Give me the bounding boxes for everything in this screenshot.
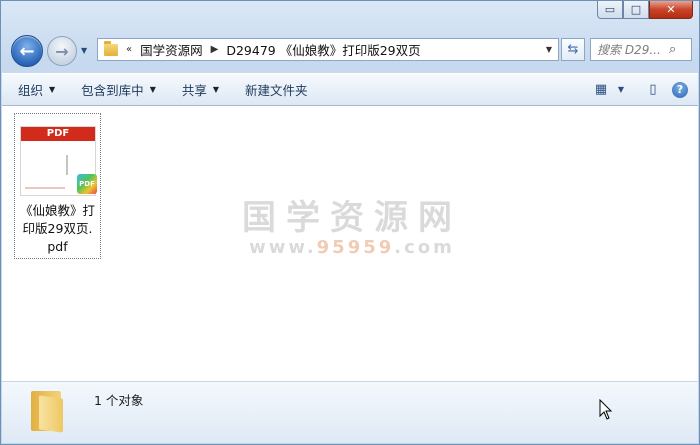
share-label: 共享 — [181, 83, 207, 98]
explorer-window: ▭ □ ✕ ← → ▼ « 国学资源网 ▶ D29479 《仙娘教》打印版29双… — [0, 0, 700, 445]
details-pane: 1 个对象 — [2, 381, 698, 443]
maximize-button[interactable]: □ — [623, 1, 649, 19]
mouse-cursor-icon — [599, 399, 613, 420]
file-list-pane[interactable]: 国学资源网 www.95959.com PDF PDF 《仙娘教》打 印版29双… — [2, 106, 698, 381]
item-count: 1 个对象 — [94, 393, 144, 408]
chevron-down-icon: ▼ — [149, 85, 156, 94]
search-input[interactable]: 搜索 D29... — [597, 41, 669, 58]
back-button[interactable]: ← — [11, 35, 43, 67]
watermark-url: www.95959.com — [249, 237, 455, 258]
organize-label: 组织 — [18, 83, 44, 98]
breadcrumb-item-site[interactable]: 国学资源网 — [140, 40, 203, 59]
help-icon[interactable]: ? — [672, 81, 688, 98]
recent-pages-dropdown[interactable]: ▼ — [81, 46, 91, 56]
pdf-thumbnail-header: PDF — [21, 127, 95, 141]
search-box[interactable]: 搜索 D29... ⌕ — [590, 38, 692, 61]
address-bar[interactable]: « 国学资源网 ▶ D29479 《仙娘教》打印版29双页 ▼ — [97, 38, 559, 61]
navigation-bar: ← → ▼ « 国学资源网 ▶ D29479 《仙娘教》打印版29双页 ▼ ⇆ … — [1, 31, 700, 69]
new-folder-label: 新建文件夹 — [245, 83, 308, 98]
include-library-label: 包含到库中 — [81, 83, 144, 98]
forward-button[interactable]: → — [47, 36, 77, 66]
view-dropdown-icon[interactable]: ▼ — [614, 79, 628, 101]
thumbnail-mark — [66, 155, 68, 175]
preview-pane-icon[interactable]: ▯ — [640, 79, 666, 101]
toolbar-right: ▦ ▼ ▯ ? — [588, 79, 698, 101]
file-name: 《仙娘教》打 印版29双页. pdf — [17, 202, 98, 256]
share-menu[interactable]: 共享 ▼ — [172, 78, 229, 102]
command-toolbar: 组织 ▼ 包含到库中 ▼ 共享 ▼ 新建文件夹 ▦ ▼ ▯ ? — [2, 73, 698, 106]
chevron-down-icon: ▼ — [212, 85, 220, 94]
folder-icon — [104, 40, 118, 56]
chevron-right-icon[interactable]: ▶ — [211, 44, 219, 55]
breadcrumb-overflow[interactable]: « — [126, 44, 132, 55]
close-button[interactable]: ✕ — [649, 1, 693, 19]
new-folder-button[interactable]: 新建文件夹 — [235, 78, 318, 102]
caption-buttons: ▭ □ ✕ — [597, 1, 693, 19]
chevron-down-icon: ▼ — [49, 85, 56, 94]
arrow-right-icon: → — [55, 41, 69, 61]
refresh-button[interactable]: ⇆ — [561, 38, 585, 61]
file-item[interactable]: PDF PDF 《仙娘教》打 印版29双页. pdf — [14, 113, 101, 259]
watermark: 国学资源网 www.95959.com — [2, 190, 700, 258]
search-icon[interactable]: ⌕ — [669, 42, 685, 57]
thumbnail-footer — [25, 187, 65, 189]
file-name-line: pdf — [47, 239, 68, 254]
view-options-icon[interactable]: ▦ — [588, 79, 614, 101]
minimize-button[interactable]: ▭ — [597, 1, 623, 19]
address-dropdown-icon[interactable]: ▼ — [540, 45, 558, 54]
watermark-title: 国学资源网 — [242, 198, 462, 238]
file-name-line: 印版29双页. — [22, 221, 93, 236]
breadcrumb-item-folder[interactable]: D29479 《仙娘教》打印版29双页 — [226, 40, 420, 59]
file-name-line: 《仙娘教》打 — [19, 203, 95, 218]
refresh-icon: ⇆ — [567, 42, 579, 57]
include-library-menu[interactable]: 包含到库中 ▼ — [71, 78, 166, 102]
folder-icon — [31, 387, 65, 433]
pdf-badge-icon: PDF — [77, 174, 97, 194]
organize-menu[interactable]: 组织 ▼ — [8, 78, 65, 102]
arrow-left-icon: ← — [19, 40, 35, 62]
